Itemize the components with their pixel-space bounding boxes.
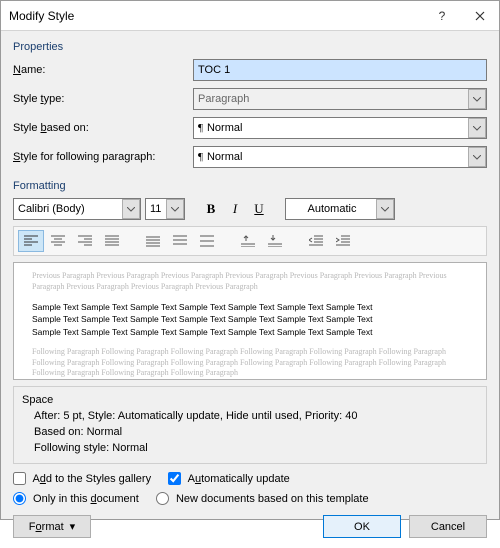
paragraph-toolbar [13, 226, 487, 256]
chevron-down-icon [468, 147, 486, 167]
spacing-single-button[interactable] [140, 230, 166, 252]
window-title: Modify Style [9, 9, 423, 23]
font-row: B I U [13, 198, 487, 220]
bold-button[interactable]: B [201, 199, 221, 219]
chevron-down-icon [468, 89, 486, 109]
cancel-button[interactable]: Cancel [409, 515, 487, 538]
style-type-select[interactable] [193, 88, 487, 110]
align-justify-button[interactable] [99, 230, 125, 252]
chevron-down-icon [468, 118, 486, 138]
spacing-15-button[interactable] [167, 230, 193, 252]
name-input[interactable] [193, 59, 487, 81]
preview-following: Following Paragraph Following Paragraph … [32, 347, 468, 379]
add-gallery-checkbox[interactable]: Add to the Styles gallery [13, 473, 151, 485]
preview-previous: Previous Paragraph Previous Paragraph Pr… [32, 271, 468, 293]
ok-button[interactable]: OK [323, 515, 401, 538]
based-on-label: Style based on: [13, 122, 193, 134]
style-description: Space After: 5 pt, Style: Automatically … [13, 386, 487, 464]
align-center-button[interactable] [45, 230, 71, 252]
new-documents-radio[interactable]: New documents based on this template [156, 493, 369, 505]
name-label: Name: [13, 64, 193, 76]
modify-style-dialog: Modify Style ? Properties Name: Style ty… [0, 0, 500, 520]
based-on-select[interactable]: ¶Normal [193, 117, 487, 139]
help-button[interactable]: ? [423, 1, 461, 31]
chevron-down-icon [166, 199, 184, 219]
close-icon [475, 11, 485, 21]
chevron-down-icon [376, 199, 394, 219]
options-checks: Add to the Styles gallery Automatically … [13, 470, 487, 510]
close-button[interactable] [461, 1, 499, 31]
style-type-label: Style type: [13, 93, 193, 105]
following-select[interactable]: ¶Normal [193, 146, 487, 168]
formatting-label: Formatting [13, 180, 487, 192]
properties-grid: Name: Style type: Style based on: ¶Norma… [13, 59, 487, 168]
dialog-footer: Format▾ OK Cancel [1, 509, 499, 548]
auto-update-checkbox[interactable]: Automatically update [168, 473, 290, 485]
chevron-down-icon [122, 199, 140, 219]
titlebar: Modify Style ? [1, 1, 499, 31]
properties-label: Properties [13, 41, 487, 53]
underline-button[interactable]: U [249, 199, 269, 219]
following-label: Style for following paragraph: [13, 151, 193, 163]
preview-sample: Sample Text Sample Text Sample Text Samp… [32, 301, 468, 339]
space-before-dec-button[interactable] [262, 230, 288, 252]
indent-decrease-button[interactable] [303, 230, 329, 252]
space-before-inc-button[interactable] [235, 230, 261, 252]
font-name-select[interactable] [13, 198, 141, 220]
only-document-radio[interactable]: Only in this document [13, 493, 139, 505]
spacing-double-button[interactable] [194, 230, 220, 252]
preview-pane: Previous Paragraph Previous Paragraph Pr… [13, 262, 487, 380]
font-color-select[interactable] [285, 198, 395, 220]
italic-button[interactable]: I [225, 199, 245, 219]
align-left-button[interactable] [18, 230, 44, 252]
format-button[interactable]: Format▾ [13, 515, 91, 538]
font-size-select[interactable] [145, 198, 185, 220]
indent-increase-button[interactable] [330, 230, 356, 252]
align-right-button[interactable] [72, 230, 98, 252]
